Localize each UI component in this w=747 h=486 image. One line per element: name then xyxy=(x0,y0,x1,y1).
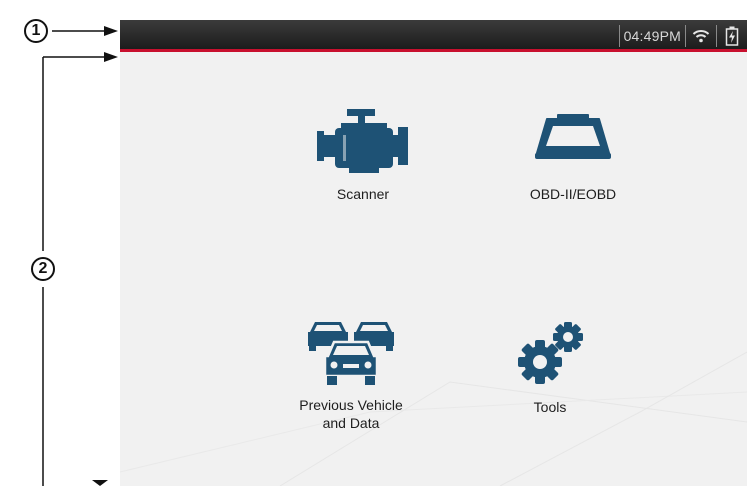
callout-1: 1 xyxy=(24,19,48,43)
obd-connector-icon xyxy=(535,114,611,159)
app-obd[interactable]: OBD-II/EOBD xyxy=(488,107,658,203)
arrow-content-bottom xyxy=(92,480,108,486)
app-obd-label: OBD-II/EOBD xyxy=(529,186,617,202)
app-scanner[interactable]: Scanner xyxy=(278,107,448,203)
callout-1-label: 1 xyxy=(31,22,41,39)
status-divider xyxy=(716,25,717,47)
home-content: Scanner OBD-II/EOBD Previous Vehicle and… xyxy=(120,52,747,486)
vehicles-icon xyxy=(308,322,394,385)
gears-icon xyxy=(518,322,583,384)
status-divider xyxy=(618,25,620,47)
status-indicators: 04:49PM xyxy=(615,24,743,48)
callout-2: 2 xyxy=(31,257,55,281)
arrow-status-bar xyxy=(104,26,118,36)
battery-charging-icon xyxy=(721,25,743,47)
app-tools[interactable]: Tools xyxy=(465,320,635,416)
status-time: 04:49PM xyxy=(623,28,681,44)
status-bar: 04:49PM xyxy=(120,20,747,52)
callout-2-label: 2 xyxy=(38,260,48,277)
wifi-icon xyxy=(690,25,712,47)
engine-icon xyxy=(317,109,408,173)
arrow-content-top xyxy=(104,52,118,62)
app-previous-vehicle-label: Previous Vehicle and Data xyxy=(299,397,403,431)
app-previous-vehicle[interactable]: Previous Vehicle and Data xyxy=(266,314,436,432)
status-divider xyxy=(685,25,686,47)
app-scanner-label: Scanner xyxy=(336,186,390,202)
app-tools-label: Tools xyxy=(533,399,567,415)
device-screen: 04:49PM Scanner OBD-II/EOBD Previous Veh… xyxy=(120,20,747,486)
